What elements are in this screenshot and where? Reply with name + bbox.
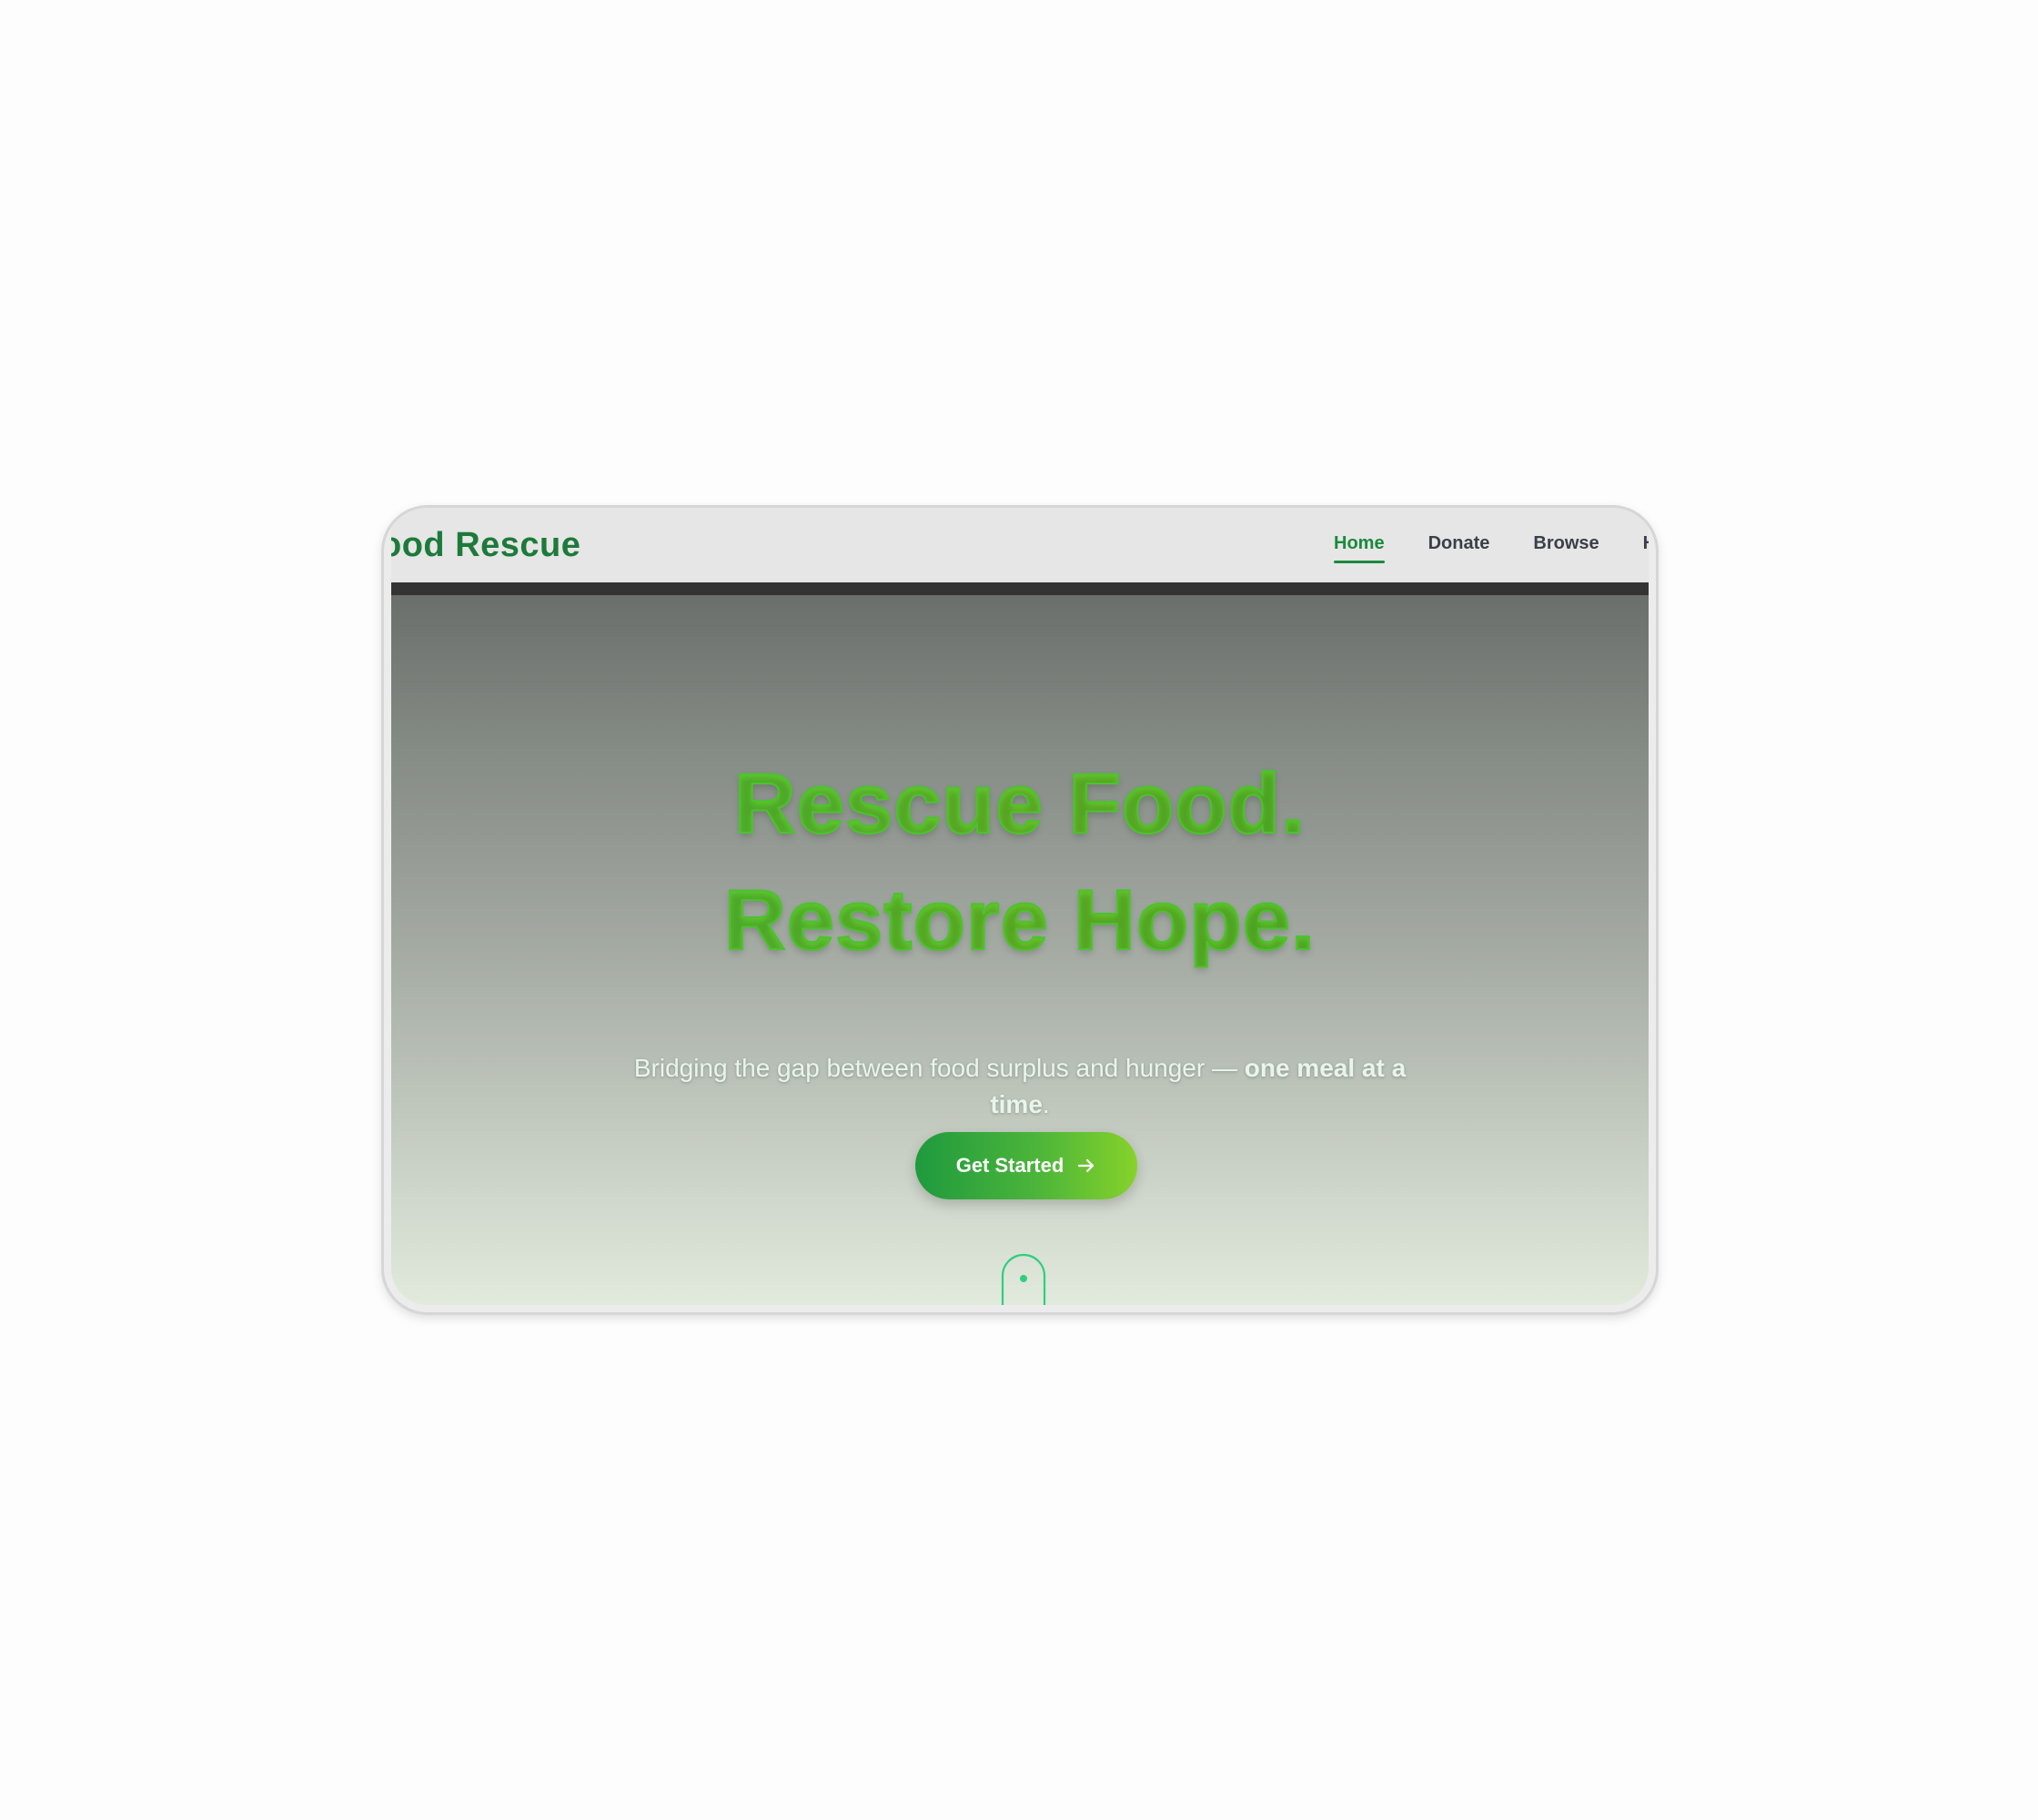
hero-title-line2: Restore Hope. (391, 871, 1649, 969)
nav-link-home[interactable]: Home (1334, 533, 1385, 563)
nav-divider-strip (391, 582, 1649, 595)
device-frame: ood Rescue Home Donate Browse H Rescue F… (384, 508, 1656, 1312)
nav-link-browse[interactable]: Browse (1533, 533, 1599, 560)
hero-subtitle: Bridging the gap between food surplus an… (610, 1050, 1430, 1123)
mouse-scroll-icon[interactable] (1001, 1252, 1046, 1305)
brand-logo-text[interactable]: ood Rescue (391, 526, 580, 565)
browser-viewport: ood Rescue Home Donate Browse H Rescue F… (391, 508, 1649, 1305)
hero-subtitle-suffix: . (1042, 1090, 1050, 1118)
hero-section: Rescue Food. Restore Hope. Bridging the … (391, 595, 1649, 1305)
get-started-label: Get Started (955, 1154, 1064, 1177)
nav-link-truncated[interactable]: H (1643, 533, 1649, 560)
hero-title-line1: Rescue Food. (391, 754, 1649, 853)
hero-subtitle-prefix: Bridging the gap between food surplus an… (633, 1054, 1245, 1082)
arrow-right-icon (1076, 1156, 1096, 1176)
get-started-button[interactable]: Get Started (915, 1132, 1137, 1199)
nav-link-donate[interactable]: Donate (1428, 533, 1490, 560)
nav-links: Home Donate Browse H (1334, 533, 1649, 563)
top-navbar: ood Rescue Home Donate Browse H (391, 508, 1649, 582)
